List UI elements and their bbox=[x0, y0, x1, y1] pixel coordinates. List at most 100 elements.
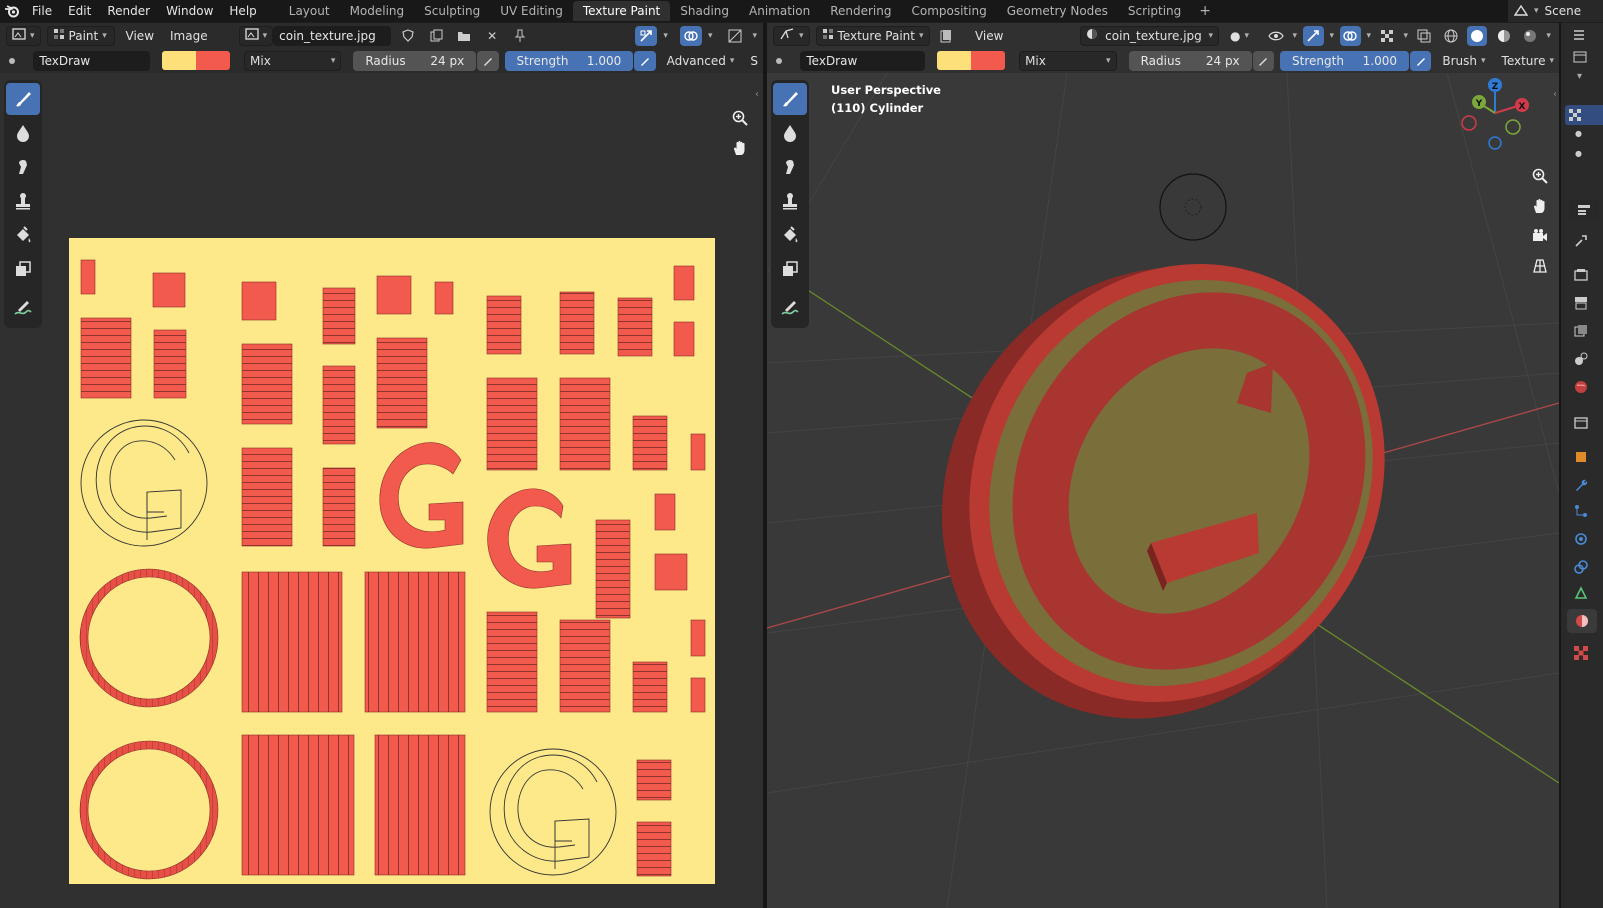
secondary-color-swatch[interactable] bbox=[971, 51, 1006, 70]
mask-checker-icon[interactable] bbox=[1377, 26, 1397, 46]
tab-scripting[interactable]: Scripting bbox=[1118, 1, 1191, 21]
pan-hand-icon[interactable] bbox=[1527, 193, 1553, 219]
chevron-down-icon[interactable]: ▾ bbox=[1404, 31, 1409, 41]
constraints-icon[interactable] bbox=[1573, 559, 1589, 578]
new-image-icon[interactable] bbox=[425, 26, 447, 46]
outliner-filter-icon[interactable] bbox=[1573, 29, 1589, 44]
zoom-view-icon[interactable] bbox=[727, 105, 753, 131]
texture-image-canvas[interactable] bbox=[69, 238, 715, 884]
chevron-down-icon[interactable]: ▾ bbox=[1577, 71, 1582, 82]
canvas-image-select[interactable]: coin_texture.jpg ▾ bbox=[1080, 25, 1220, 46]
pivot-select[interactable]: ● ▾ bbox=[1225, 26, 1254, 46]
blend-mode-select[interactable]: Mix ▾ bbox=[244, 50, 342, 71]
chevron-down-icon[interactable]: ▾ bbox=[1546, 31, 1551, 41]
brush-draw-icon[interactable] bbox=[773, 83, 807, 115]
physics-icon[interactable] bbox=[1573, 531, 1589, 550]
menu-render[interactable]: Render bbox=[99, 0, 158, 22]
mesh-data-icon[interactable] bbox=[1573, 585, 1589, 604]
brush-clone-icon[interactable] bbox=[6, 185, 40, 217]
strength-pressure-pen-icon[interactable] bbox=[634, 50, 656, 71]
brush-smear-icon[interactable] bbox=[6, 151, 40, 183]
overlays-icon[interactable] bbox=[679, 25, 702, 46]
brush-soften-icon[interactable] bbox=[6, 117, 40, 149]
shading-material-icon[interactable] bbox=[1493, 26, 1513, 46]
chevron-down-icon[interactable]: ▾ bbox=[1330, 31, 1335, 41]
gizmo-toggle-icon[interactable] bbox=[1303, 25, 1324, 46]
perspective-toggle-grid-icon[interactable] bbox=[1527, 253, 1553, 279]
tab-modeling[interactable]: Modeling bbox=[340, 1, 415, 21]
render-properties-icon[interactable] bbox=[1573, 267, 1589, 286]
editor-type-button[interactable]: ▾ bbox=[6, 25, 41, 46]
scene-properties-icon[interactable] bbox=[1573, 351, 1589, 370]
radius-slider[interactable]: Radius 24 px bbox=[1128, 50, 1252, 71]
output-properties-icon[interactable] bbox=[1573, 295, 1589, 314]
strength-pressure-pen-icon[interactable] bbox=[1409, 50, 1432, 71]
annotate-icon[interactable] bbox=[773, 293, 807, 325]
brush-fill-icon[interactable] bbox=[773, 219, 807, 251]
mode-selector[interactable]: Texture Paint ▾ bbox=[815, 25, 930, 46]
collapse-sidebar-chevron-icon[interactable]: ‹ bbox=[1553, 89, 1557, 100]
chevron-down-icon[interactable]: ▾ bbox=[708, 31, 713, 41]
brush-draw-icon[interactable] bbox=[6, 83, 40, 115]
tab-compositing[interactable]: Compositing bbox=[901, 1, 996, 21]
tab-rendering[interactable]: Rendering bbox=[820, 1, 901, 21]
brush-mask-icon[interactable] bbox=[6, 253, 40, 285]
mode-selector[interactable]: Paint ▾ bbox=[46, 25, 115, 46]
fake-user-shield-icon[interactable] bbox=[397, 26, 419, 46]
blend-mode-select[interactable]: Mix ▾ bbox=[1019, 50, 1117, 71]
unlink-image-close-icon[interactable]: ✕ bbox=[481, 26, 503, 46]
brush-preview-icon[interactable] bbox=[773, 51, 794, 71]
menu-view[interactable]: View bbox=[970, 26, 1008, 46]
open-image-folder-icon[interactable] bbox=[453, 26, 475, 46]
annotate-icon[interactable] bbox=[6, 293, 40, 325]
tab-shading[interactable]: Shading bbox=[670, 1, 739, 21]
viewport-scene[interactable]: Z Y X bbox=[767, 73, 1559, 908]
brush-popover[interactable]: Brush ▾ bbox=[1437, 51, 1490, 71]
radius-pressure-pen-icon[interactable] bbox=[477, 50, 499, 71]
outliner-list-icon[interactable] bbox=[1573, 51, 1587, 66]
material-properties-icon[interactable] bbox=[1567, 609, 1597, 633]
tab-animation[interactable]: Animation bbox=[739, 1, 820, 21]
xray-icon[interactable] bbox=[1414, 26, 1434, 46]
menu-window[interactable]: Window bbox=[158, 0, 221, 22]
visibility-eye-icon[interactable] bbox=[1266, 26, 1286, 46]
primary-color-swatch[interactable] bbox=[162, 51, 197, 70]
display-channels-icon[interactable] bbox=[724, 26, 746, 46]
world-properties-icon[interactable] bbox=[1573, 379, 1589, 398]
scene-selector[interactable]: ▾ Scene bbox=[1508, 0, 1603, 22]
uv-sync-selection-icon[interactable] bbox=[635, 25, 658, 46]
blender-logo-icon[interactable] bbox=[0, 0, 24, 22]
advanced-popover[interactable]: Advanced ▾ bbox=[662, 51, 740, 71]
camera-view-icon[interactable] bbox=[1527, 223, 1553, 249]
menu-view[interactable]: View bbox=[121, 26, 159, 46]
shading-solid-icon[interactable] bbox=[1466, 25, 1488, 46]
collapse-sidebar-chevron-icon[interactable]: ‹ bbox=[755, 89, 759, 100]
radius-pressure-pen-icon[interactable] bbox=[1252, 50, 1275, 71]
zoom-view-icon[interactable] bbox=[1527, 163, 1553, 189]
editor-type-button[interactable]: ▾ bbox=[773, 25, 810, 46]
image-name-field[interactable]: coin_texture.jpg bbox=[273, 25, 392, 46]
brush-mask-icon[interactable] bbox=[773, 253, 807, 285]
pan-hand-icon[interactable] bbox=[727, 135, 753, 161]
tab-geometry-nodes[interactable]: Geometry Nodes bbox=[997, 1, 1118, 21]
chevron-down-icon[interactable]: ▾ bbox=[1293, 31, 1298, 41]
tab-uv-editing[interactable]: UV Editing bbox=[490, 1, 573, 21]
add-workspace-button[interactable]: + bbox=[1191, 3, 1219, 19]
image-browse-button[interactable]: ▾ bbox=[238, 25, 274, 46]
tool-properties-icon[interactable] bbox=[1573, 233, 1589, 252]
secondary-color-swatch[interactable] bbox=[196, 51, 231, 70]
menu-file[interactable]: File bbox=[24, 0, 60, 22]
brush-smear-icon[interactable] bbox=[773, 151, 807, 183]
tab-layout[interactable]: Layout bbox=[279, 1, 340, 21]
canvas-slots-icon[interactable] bbox=[936, 26, 956, 46]
collection-properties-icon[interactable] bbox=[1573, 415, 1589, 434]
pin-icon[interactable] bbox=[509, 26, 531, 46]
texture-popover[interactable]: Texture ▾ bbox=[1497, 51, 1559, 71]
chevron-down-icon[interactable]: ▾ bbox=[752, 31, 757, 41]
texture-properties-icon[interactable] bbox=[1573, 645, 1589, 664]
brush-name-field[interactable]: TexDraw bbox=[33, 50, 151, 71]
shading-wireframe-icon[interactable] bbox=[1441, 26, 1461, 46]
tab-sculpting[interactable]: Sculpting bbox=[414, 1, 490, 21]
object-properties-icon[interactable] bbox=[1573, 449, 1589, 468]
strength-slider[interactable]: Strength 1.000 bbox=[504, 50, 634, 71]
